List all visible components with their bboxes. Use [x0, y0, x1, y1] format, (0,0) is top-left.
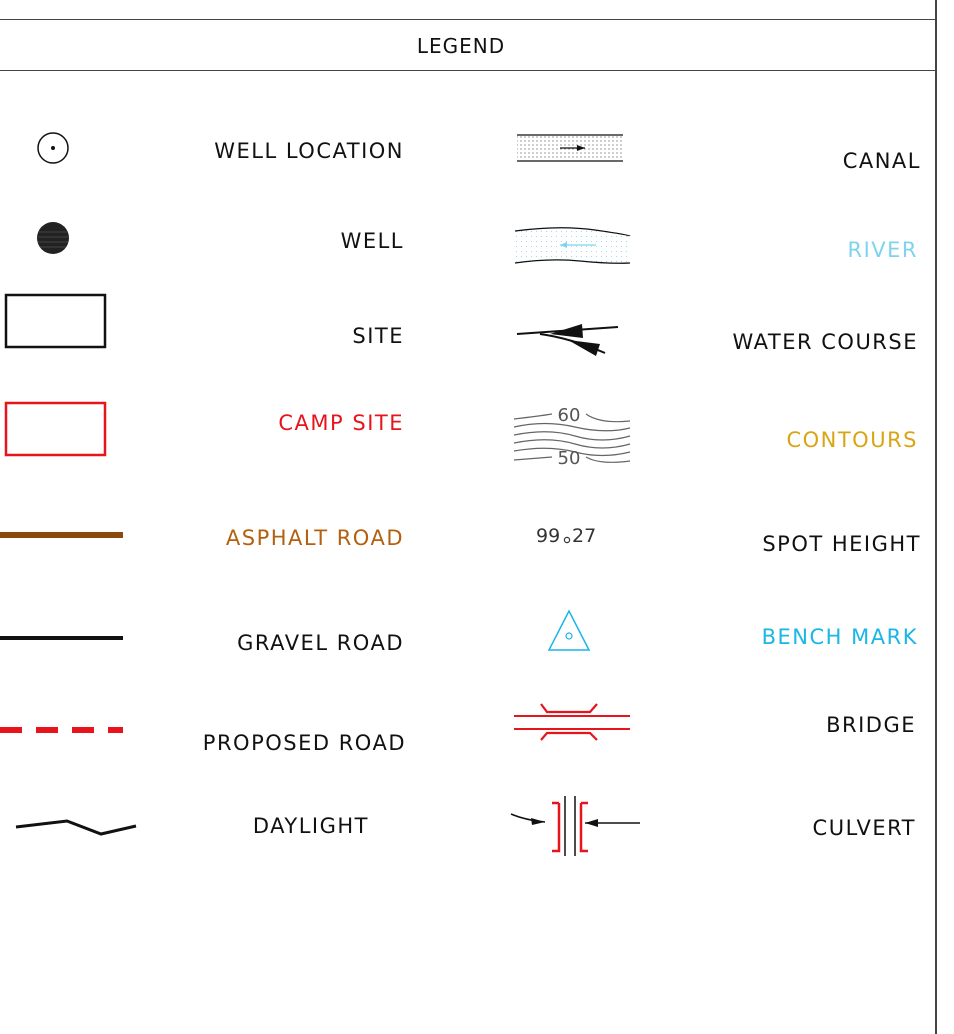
contour-label-upper: 60 [558, 405, 581, 426]
spot-height-decimal-value: 27 [572, 525, 596, 547]
legend-symbols: 60 50 99 27 [0, 132, 640, 856]
culvert-icon [510, 796, 640, 856]
river-icon [514, 227, 631, 267]
spot-height-main-value: 99 [536, 525, 560, 547]
camp-site-icon [4, 401, 107, 457]
water-course-icon [516, 324, 619, 356]
site-icon [4, 293, 107, 349]
canal-icon [517, 134, 623, 162]
well-icon [37, 222, 69, 254]
spot-height-icon: 99 27 [536, 525, 596, 547]
bridge-icon [514, 703, 630, 741]
well-location-icon [37, 132, 69, 164]
bench-mark-icon [547, 609, 591, 651]
contour-label-lower: 50 [558, 448, 581, 469]
daylight-icon [15, 819, 137, 836]
